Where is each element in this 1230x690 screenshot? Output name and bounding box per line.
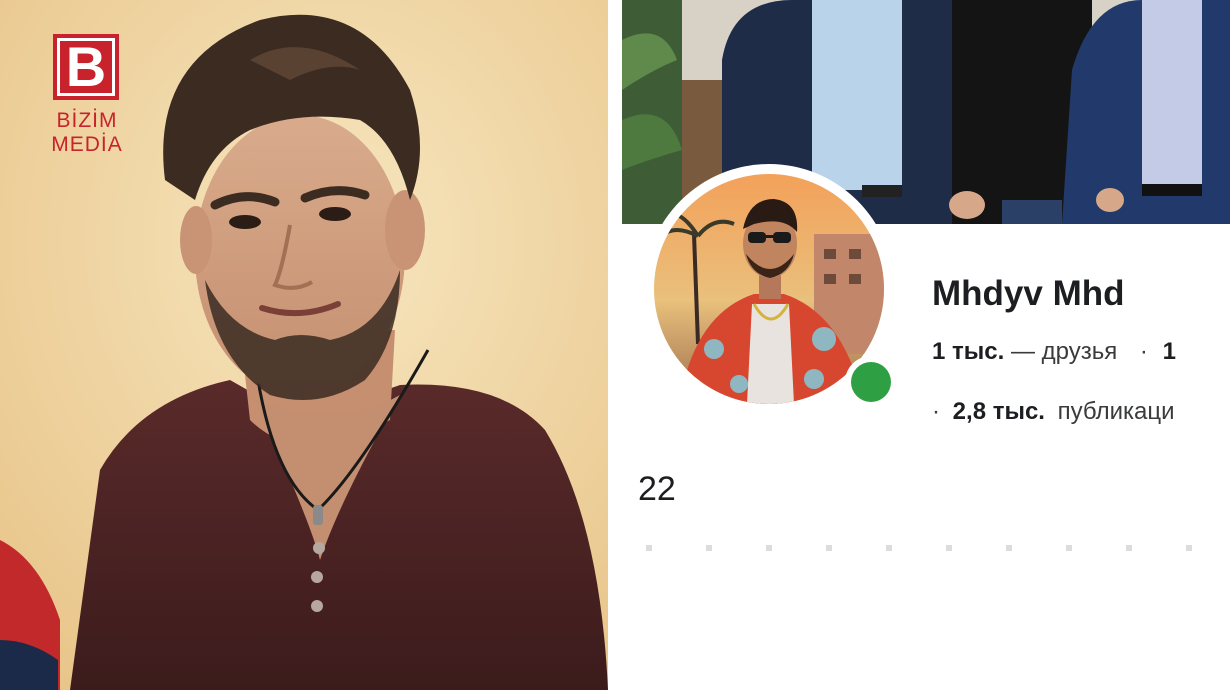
brand-mark: B bbox=[53, 34, 119, 100]
posts-label[interactable]: публикаци bbox=[1058, 398, 1175, 425]
brand-text-line2: MEDİA bbox=[51, 133, 123, 156]
brand-text-line1: BİZİM bbox=[56, 109, 118, 132]
following-count[interactable]: 1 bbox=[1163, 338, 1176, 365]
faded-content-line bbox=[646, 545, 1206, 551]
friends-stats-row: 1 тыс. — друзья · 1 bbox=[932, 338, 1176, 366]
posts-stats-row: · 2,8 тыс. публикаци bbox=[932, 398, 1175, 426]
profile-screenshot: Mhdyv Mhd 1 тыс. — друзья · 1 · 2,8 тыс.… bbox=[622, 0, 1230, 690]
posts-count[interactable]: 2,8 тыс. bbox=[953, 398, 1045, 425]
profile-name[interactable]: Mhdyv Mhd bbox=[932, 274, 1124, 314]
avatar-image bbox=[654, 174, 884, 404]
stats-separator: · bbox=[932, 398, 940, 425]
bio-text: 22 bbox=[638, 470, 676, 508]
stats-separator: · bbox=[1139, 338, 1148, 365]
bizim-media-logo: B BİZİM MEDİA bbox=[50, 34, 124, 164]
friends-label[interactable]: — друзья bbox=[1011, 338, 1117, 365]
panel-divider bbox=[608, 0, 622, 690]
left-photo: B BİZİM MEDİA bbox=[0, 0, 608, 690]
friends-count[interactable]: 1 тыс. bbox=[932, 338, 1004, 365]
online-status-indicator bbox=[851, 362, 891, 402]
profile-avatar[interactable] bbox=[644, 164, 894, 414]
